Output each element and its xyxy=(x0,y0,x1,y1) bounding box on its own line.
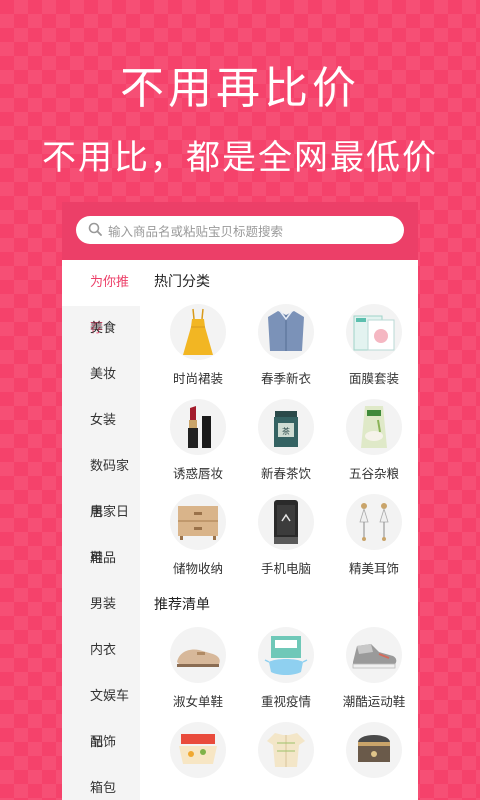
category-sidebar: 为你推荐 美食 美妆 女装 数码家电 居家日用 鞋品 男装 内衣 文娱车品 配饰… xyxy=(62,260,140,800)
category-content: 热门分类 时尚裙装 春季新衣 面膜套装 诱惑唇妆 茶 新春茶饮 五谷杂粮 储物收… xyxy=(140,260,418,800)
sneaker-icon xyxy=(346,627,402,683)
mask-box-icon xyxy=(346,304,402,360)
category-tile[interactable]: 精美耳饰 xyxy=(330,494,418,577)
recommend-tile[interactable] xyxy=(154,722,242,786)
pajamas-icon xyxy=(258,722,314,778)
face-mask-icon xyxy=(258,627,314,683)
sidebar-item-digital[interactable]: 数码家电 xyxy=(62,444,140,520)
sidebar-item-recommend[interactable]: 为你推荐 xyxy=(62,260,140,336)
tea-can-icon: 茶 xyxy=(258,399,314,455)
recommend-tile[interactable] xyxy=(330,722,418,786)
sidebar-item-underwear[interactable]: 内衣 xyxy=(62,628,140,674)
category-tile[interactable]: 面膜套装 xyxy=(330,304,418,387)
category-label: 诱惑唇妆 xyxy=(172,466,223,481)
category-tile[interactable]: 储物收纳 xyxy=(154,494,242,577)
lipstick-icon xyxy=(170,399,226,455)
svg-text:茶: 茶 xyxy=(282,426,290,436)
recommend-tile[interactable]: 重视疫情 xyxy=(242,627,330,710)
sidebar-item-food[interactable]: 美食 xyxy=(62,306,140,352)
section-title-recommend: 推荐清单 xyxy=(154,597,210,613)
sidebar-item-women[interactable]: 女装 xyxy=(62,398,140,444)
sidebar-item-home[interactable]: 居家日用 xyxy=(62,490,140,566)
sidebar-item-shoes[interactable]: 鞋品 xyxy=(62,536,140,582)
search-placeholder: 输入商品名或粘贴宝贝标题搜索 xyxy=(108,223,284,239)
category-label: 面膜套装 xyxy=(348,371,399,386)
recommend-tile[interactable]: 潮酷运动鞋 xyxy=(330,627,418,710)
recommend-tile[interactable]: 淑女单鞋 xyxy=(154,627,242,710)
sidebar-item-accessories[interactable]: 配饰 xyxy=(62,720,140,766)
category-label: 时尚裙装 xyxy=(172,371,223,386)
recommend-label: 淑女单鞋 xyxy=(172,694,223,709)
category-tile[interactable]: 茶 新春茶饮 xyxy=(242,399,330,482)
rice-cooker-icon xyxy=(346,722,402,778)
sidebar-item-men[interactable]: 男装 xyxy=(62,582,140,628)
recommend-grid: 淑女单鞋 重视疫情 潮酷运动鞋 xyxy=(154,627,418,786)
search-icon xyxy=(88,222,108,239)
shirt-icon xyxy=(258,304,314,360)
hero-headline: 不用再比价 xyxy=(120,63,360,114)
dress-icon xyxy=(170,304,226,360)
sidebar-item-entertainment[interactable]: 文娱车品 xyxy=(62,674,140,750)
category-tile[interactable]: 时尚裙装 xyxy=(154,304,242,387)
earrings-icon xyxy=(346,494,402,550)
category-tile[interactable]: 五谷杂粮 xyxy=(330,399,418,482)
noodle-bowl-icon xyxy=(170,722,226,778)
search-input[interactable]: 输入商品名或粘贴宝贝标题搜索 xyxy=(76,216,404,244)
phone-icon xyxy=(258,494,314,550)
category-label: 五谷杂粮 xyxy=(348,466,399,481)
recommend-label: 重视疫情 xyxy=(260,694,311,709)
recommend-label: 潮酷运动鞋 xyxy=(342,694,406,709)
category-label: 储物收纳 xyxy=(172,561,223,576)
category-label: 精美耳饰 xyxy=(348,561,399,576)
rice-bag-icon xyxy=(346,399,402,455)
recommend-tile[interactable] xyxy=(242,722,330,786)
category-label: 春季新衣 xyxy=(260,371,311,386)
category-label: 新春茶饮 xyxy=(260,466,311,481)
category-tile[interactable]: 手机电脑 xyxy=(242,494,330,577)
category-tile[interactable]: 诱惑唇妆 xyxy=(154,399,242,482)
sidebar-item-beauty[interactable]: 美妆 xyxy=(62,352,140,398)
hot-grid: 时尚裙装 春季新衣 面膜套装 诱惑唇妆 茶 新春茶饮 五谷杂粮 储物收纳 手机电… xyxy=(154,304,418,577)
drawer-icon xyxy=(170,494,226,550)
category-label: 手机电脑 xyxy=(260,561,311,576)
section-title-hot: 热门分类 xyxy=(154,274,210,290)
loafer-icon xyxy=(170,627,226,683)
app-preview: 输入商品名或粘贴宝贝标题搜索 为你推荐 美食 美妆 女装 数码家电 居家日用 鞋… xyxy=(62,202,418,800)
sidebar-item-bags[interactable]: 箱包 xyxy=(62,766,140,800)
hero-subline: 不用比，都是全网最低价 xyxy=(42,138,438,178)
search-header: 输入商品名或粘贴宝贝标题搜索 xyxy=(62,202,418,260)
category-tile[interactable]: 春季新衣 xyxy=(242,304,330,387)
